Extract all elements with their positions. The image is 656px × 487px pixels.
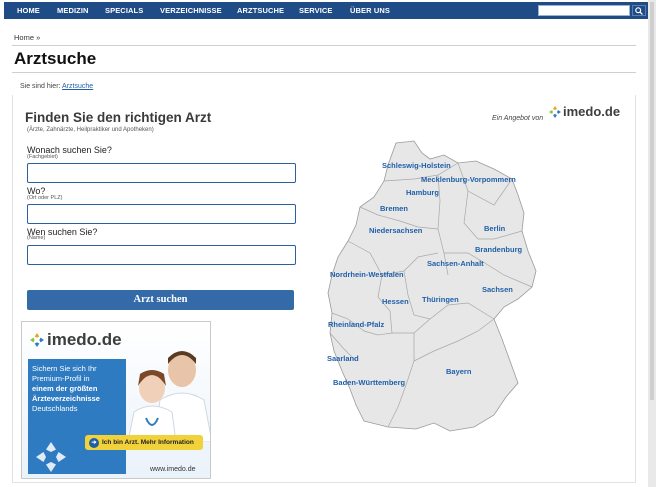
ad-cta-label: Ich bin Arzt. Mehr Information [102, 439, 194, 446]
map-state-mecklenburg-vorpommern[interactable]: Mecklenburg-Vorpommern [421, 175, 516, 184]
top-navigation: HOME MEDIZIN SPECIALS VERZEICHNISSE ARZT… [4, 2, 648, 19]
breadcrumb-separator: » [36, 33, 41, 42]
ad-logo: imedo.de [30, 330, 122, 350]
nav-item-specials[interactable]: SPECIALS [105, 6, 143, 15]
map-state-thueringen[interactable]: Thüringen [422, 295, 459, 304]
imedo-logo[interactable]: imedo.de [549, 104, 620, 119]
map-state-rheinland-pfalz[interactable]: Rheinland-Pfalz [328, 320, 384, 329]
map-state-hamburg[interactable]: Hamburg [406, 188, 439, 197]
specialty-input[interactable] [27, 163, 296, 183]
nav-item-verzeichnisse[interactable]: VERZEICHNISSE [160, 6, 222, 15]
ad-line-1: Sichern Sie sich Ihr [32, 364, 97, 373]
imedo-logo-icon [549, 105, 561, 118]
doctors-image [127, 351, 210, 442]
imedo-watermark-icon [36, 442, 66, 472]
map-state-niedersachsen[interactable]: Niedersachsen [369, 226, 422, 235]
ad-logo-text: imedo.de [47, 330, 122, 349]
location-input[interactable] [27, 204, 296, 224]
imedo-logo-icon [30, 333, 44, 347]
map-state-baden-wuerttemberg[interactable]: Baden-Württemberg [333, 378, 405, 387]
offer-text: Ein Angebot von [492, 115, 544, 122]
breadcrumb-home-link[interactable]: Home [14, 33, 34, 42]
map-state-bayern[interactable]: Bayern [446, 367, 471, 376]
divider [12, 72, 636, 73]
nav-item-medizin[interactable]: MEDIZIN [57, 6, 89, 15]
map-state-schleswig-holstein[interactable]: Schleswig-Holstein [382, 161, 451, 170]
page-title: Arztsuche [14, 49, 97, 68]
ad-message: Sichern Sie sich Ihr Premium-Profil in e… [32, 364, 127, 414]
nav-item-home[interactable]: HOME [17, 6, 40, 15]
location-link[interactable]: Arztsuche [62, 83, 93, 90]
ad-cta-button[interactable]: ➔ Ich bin Arzt. Mehr Information [85, 435, 203, 450]
field-hint-specialty: (Fachgebiet) [27, 154, 58, 160]
map-state-berlin[interactable]: Berlin [484, 224, 505, 233]
nav-item-service[interactable]: SERVICE [299, 6, 333, 15]
map-state-bremen[interactable]: Bremen [380, 204, 408, 213]
scrollbar-thumb[interactable] [650, 2, 654, 400]
map-state-sachsen[interactable]: Sachsen [482, 285, 513, 294]
name-input[interactable] [27, 245, 296, 265]
field-hint-location: (Ort oder PLZ) [27, 195, 63, 201]
map-state-hessen[interactable]: Hessen [382, 297, 409, 306]
search-button[interactable] [632, 5, 646, 16]
imedo-logo-text: imedo.de [563, 104, 621, 119]
finder-subheading: (Ärzte, Zahnärzte, Heilpraktiker und Apo… [27, 127, 154, 133]
site-search-input[interactable] [538, 5, 630, 16]
divider [12, 45, 636, 46]
location-breadcrumb: Sie sind hier: Arztsuche [20, 83, 93, 90]
location-prefix: Sie sind hier: [20, 83, 61, 90]
field-hint-name: (Name) [27, 235, 46, 241]
map-state-nordrhein-westfalen[interactable]: Nordrhein-Westfalen [330, 270, 404, 279]
map-state-sachsen-anhalt[interactable]: Sachsen-Anhalt [427, 259, 484, 268]
nav-item-arztsuche[interactable]: ARZTSUCHE [237, 6, 284, 15]
search-doctor-button[interactable]: Arzt suchen [27, 290, 294, 310]
ad-line-3: einem der größten [32, 384, 98, 393]
ad-line-4: Ärzteverzeichnisse [32, 394, 100, 403]
map-state-saarland[interactable]: Saarland [327, 354, 359, 363]
arrow-right-icon: ➔ [89, 437, 99, 448]
ad-url: www.imedo.de [150, 466, 196, 473]
finder-heading: Finden Sie den richtigen Arzt [25, 110, 212, 125]
map-state-brandenburg[interactable]: Brandenburg [475, 245, 522, 254]
page-scrollbar[interactable] [648, 0, 656, 487]
ad-line-5: Deutschlands [32, 404, 78, 413]
nav-item-ueber-uns[interactable]: ÜBER UNS [350, 6, 390, 15]
ad-line-2: Premium-Profil in [32, 374, 90, 383]
search-icon [635, 6, 643, 15]
breadcrumb: Home » [14, 33, 40, 42]
imedo-advertisement[interactable]: imedo.de Sichern Sie sich Ihr Premium-Pr… [21, 321, 211, 479]
